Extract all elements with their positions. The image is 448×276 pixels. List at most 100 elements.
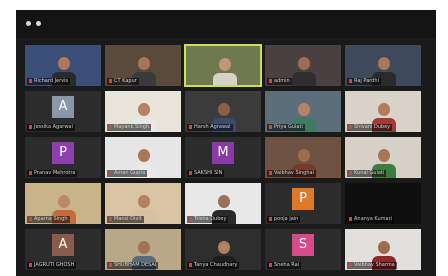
mic-muted-icon [269,217,272,221]
participant-tile[interactable]: P Pranav Mehrotra [24,136,102,179]
participant-name: Kunal Gulati [354,170,385,176]
participant-name-label: Shivani Dubey [347,124,393,131]
participant-name-label: Raj Pardhi [347,78,381,85]
mic-muted-icon [269,263,272,267]
mic-muted-icon [349,217,352,221]
participant-name-label: Pranav Mehrotra [27,170,78,177]
participant-tile[interactable]: Raj Pardhi [344,44,422,87]
participant-name: Raj Pardhi [354,78,379,84]
participant-avatar: A [52,234,74,256]
participant-tile[interactable]: Priya Gulati [264,90,342,133]
participant-avatar: S [292,234,314,256]
mic-muted-icon [349,125,352,129]
participant-tile[interactable]: SHUBHAM DESAI [104,228,182,271]
participant-name-label: JAGRUTI GHOSH [27,262,77,269]
participant-avatar: A [52,96,74,118]
participant-name: Harsh Agrawal [194,124,231,130]
zoom-window: Richard Jervis CT Kapur admin Raj Pardhi A Je… [16,10,436,276]
participant-avatar: P [52,142,74,164]
mic-muted-icon [109,79,112,83]
participant-name: Vaibhav Sharma [354,262,395,268]
participant-name: Richard Jervis [34,78,69,84]
participant-tile[interactable]: A JAGRUTI GHOSH [24,228,102,271]
participant-tile[interactable]: A Jessika Agarwal [24,90,102,133]
mic-muted-icon [189,217,192,221]
participant-name-label: Priya Gulati [267,124,305,131]
mic-muted-icon [29,171,32,175]
participant-name: Pranav Mehrotra [34,170,76,176]
participant-name: Shivani Dubey [354,124,391,130]
participant-tile[interactable]: Vaibhav Sharma [344,228,422,271]
participant-name-label: Mansi Dixit [107,216,144,223]
participant-name: Vaibhav Singhal [274,170,314,176]
mic-muted-icon [189,263,192,267]
participant-tile[interactable]: admin [264,44,342,87]
mic-muted-icon [29,263,32,267]
participant-name-label: SAKSHI SIN [187,170,225,177]
participant-name-label: Vaibhav Singhal [267,170,316,177]
participant-avatar: M [212,142,234,164]
participant-name: Aparna Singh [34,216,68,222]
participant-tile[interactable]: Kunal Gulati [344,136,422,179]
participant-tile[interactable]: Ananya Kumari [344,182,422,225]
participant-name-label: Tanya Chaudhary [187,262,240,269]
participant-name: JAGRUTI GHOSH [34,262,75,268]
participant-tile[interactable]: S Sneha Rai [264,228,342,271]
participant-name: Mansi Dixit [114,216,142,222]
mic-muted-icon [109,125,112,129]
mic-muted-icon [109,171,112,175]
participant-tile[interactable]: Vaibhav Singhal [264,136,342,179]
participant-tile[interactable]: Mayank Singh [104,90,182,133]
participant-name: Jessika Agarwal [34,124,73,130]
participant-name-label: admin [267,78,292,85]
participant-tile[interactable]: Shivani Dubey [344,90,422,133]
participant-video [186,46,260,85]
participant-name-label: Richard Jervis [27,78,71,85]
participant-name: Sneha Rai [274,262,300,268]
participant-name: pooja jain [274,216,299,222]
participant-name: admin [274,78,290,84]
participant-tile[interactable]: Trisha Dubey [184,182,262,225]
mic-muted-icon [269,79,272,83]
participant-name-label: Kunal Gulati [347,170,387,177]
mic-muted-icon [349,263,352,267]
participant-name: Aman Gupta [114,170,146,176]
participant-tile[interactable]: Harsh Agrawal [184,90,262,133]
window-control-dot[interactable] [26,21,31,26]
participant-name-label: Vaibhav Sharma [347,262,397,269]
participant-tile[interactable]: Tanya Chaudhary [184,228,262,271]
mic-muted-icon [269,171,272,175]
participant-name-label: SHUBHAM DESAI [107,262,159,269]
participant-tile[interactable]: Richard Jervis [24,44,102,87]
mic-muted-icon [189,171,192,175]
participant-tile[interactable]: Aparna Singh [24,182,102,225]
participant-name-label: Aman Gupta [107,170,148,177]
participant-name-label: Jessika Agarwal [27,124,75,131]
participant-name: Priya Gulati [274,124,303,130]
participant-name: Tanya Chaudhary [194,262,238,268]
participant-tile[interactable]: Mansi Dixit [104,182,182,225]
participant-name: SAKSHI SIN [194,170,223,176]
mic-muted-icon [349,171,352,175]
participant-name-label: pooja jain [267,216,301,223]
mic-muted-icon [29,79,32,83]
participant-tile[interactable]: Aman Gupta [104,136,182,179]
window-titlebar [16,10,436,38]
mic-muted-icon [269,125,272,129]
mic-muted-icon [189,125,192,129]
participant-name: CT Kapur [114,78,137,84]
participant-tile[interactable]: CT Kapur [104,44,182,87]
participant-name: Mayank Singh [114,124,150,130]
participant-tile[interactable]: Ppooja jain [264,182,342,225]
participant-name: SHUBHAM DESAI [114,262,157,268]
gallery-view-grid: Richard Jervis CT Kapur admin Raj Pardhi A Je… [24,44,436,276]
participant-name-label: Ananya Kumari [347,216,395,223]
participant-name-label: Trisha Dubey [187,216,229,223]
participant-tile[interactable]: M SAKSHI SIN [184,136,262,179]
participant-tile[interactable] [184,44,262,87]
window-control-dot[interactable] [36,21,41,26]
mic-muted-icon [349,79,352,83]
participant-name-label: Mayank Singh [107,124,152,131]
mic-muted-icon [109,217,112,221]
mic-muted-icon [109,263,112,267]
